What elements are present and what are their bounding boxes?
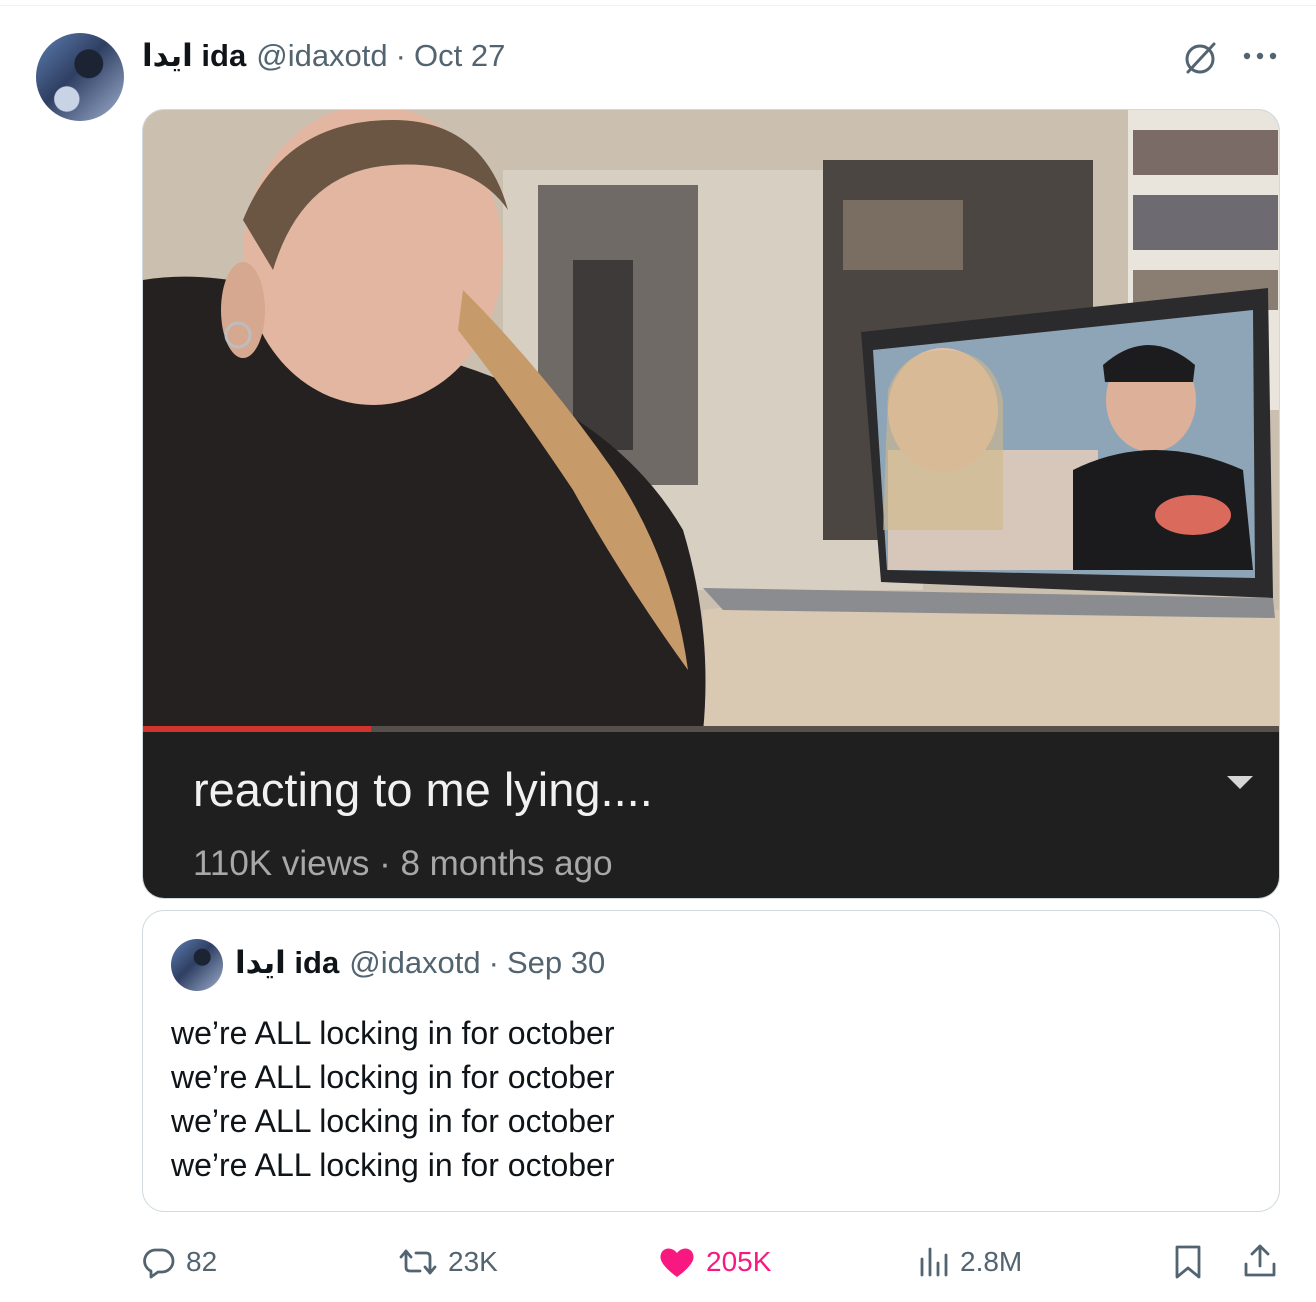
grok-icon[interactable] (1180, 38, 1220, 78)
separator-dot: · (488, 945, 499, 980)
quoted-text-line: we’re ALL locking in for october (171, 1147, 615, 1183)
tweet-media[interactable]: reacting to me lying.... 110K views · 8 … (142, 109, 1280, 899)
tweet-actions: 82 23K 205K 2.8M (142, 1236, 1282, 1288)
analytics-icon (920, 1247, 948, 1277)
video-title: reacting to me lying.... (193, 763, 653, 816)
quoted-author-handle[interactable]: @idaxotd (349, 945, 480, 981)
author-name[interactable]: ايدا ida (142, 38, 246, 74)
repost-button[interactable]: 23K (398, 1236, 498, 1288)
quoted-text-line: we’re ALL locking in for october (171, 1059, 615, 1095)
views-button[interactable]: 2.8M (918, 1236, 1022, 1288)
tweet-date[interactable]: Oct 27 (414, 38, 505, 74)
repost-count: 23K (448, 1246, 498, 1277)
top-divider (0, 5, 1316, 6)
reply-icon (143, 1248, 175, 1279)
view-count: 2.8M (960, 1246, 1023, 1277)
repost-icon (399, 1249, 437, 1275)
quoted-tweet-text: we’re ALL locking in for october we’re A… (171, 1011, 615, 1187)
quoted-author-name[interactable]: ايدا ida (235, 945, 339, 981)
reply-button[interactable]: 82 (142, 1236, 217, 1288)
more-icon[interactable] (1242, 48, 1278, 64)
share-icon[interactable] (1242, 1242, 1278, 1280)
author-avatar[interactable] (36, 33, 124, 121)
quoted-tweet-date[interactable]: Sep 30 (507, 945, 605, 981)
video-progress-fill (143, 726, 371, 732)
quoted-tweet[interactable]: ايدا ida @idaxotd · Sep 30 we’re ALL loc… (142, 910, 1280, 1212)
like-button[interactable]: 205K (658, 1236, 771, 1288)
heart-icon (660, 1248, 694, 1277)
tweet-header: ايدا ida @idaxotd · Oct 27 (142, 36, 505, 76)
video-meta: 110K views · 8 months ago (193, 844, 613, 883)
quoted-text-line: we’re ALL locking in for october (171, 1015, 615, 1051)
bookmark-icon[interactable] (1172, 1244, 1204, 1280)
author-handle[interactable]: @idaxotd (256, 38, 387, 74)
chevron-down-icon (1227, 776, 1253, 789)
quoted-text-line: we’re ALL locking in for october (171, 1103, 615, 1139)
quoted-author-avatar[interactable] (171, 939, 223, 991)
video-info-bar: reacting to me lying.... 110K views · 8 … (143, 726, 1279, 898)
like-count: 205K (706, 1246, 772, 1277)
reply-count: 82 (186, 1246, 218, 1277)
separator-dot: · (395, 38, 406, 73)
video-thumbnail (143, 110, 1279, 732)
thumbnail-scene (143, 110, 1279, 732)
quoted-tweet-header: ايدا ida @idaxotd · Sep 30 (235, 945, 605, 981)
